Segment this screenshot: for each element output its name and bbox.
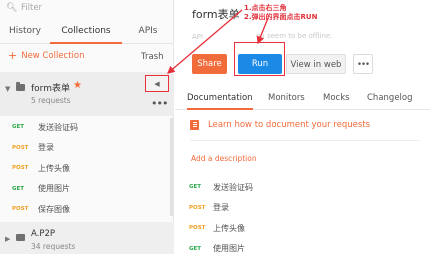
main-tabs: Documentation Monitors Mocks Changelog bbox=[175, 86, 430, 110]
filter-input[interactable]: Filter bbox=[21, 3, 42, 13]
collection-count: 34 requests bbox=[31, 242, 76, 251]
collection-name: form表单 bbox=[31, 84, 70, 94]
main-panel: form表单 API ou seem to be offline. 1.点击右三… bbox=[175, 0, 430, 254]
tab-history[interactable]: History bbox=[0, 20, 50, 44]
offline-notice: ou seem to be offline. bbox=[256, 32, 333, 40]
sidebar-tabs: History Collections APIs bbox=[0, 20, 174, 44]
request-item[interactable]: GET 使用图片 bbox=[0, 179, 174, 199]
request-item[interactable]: POST 登录 bbox=[175, 198, 430, 218]
collection-row[interactable]: ▶ A.P2P 34 requests bbox=[0, 222, 174, 254]
view-in-web-button[interactable]: View in web bbox=[286, 54, 346, 74]
new-collection-button[interactable]: + New Collection bbox=[8, 49, 85, 62]
run-button[interactable]: Run bbox=[238, 54, 282, 74]
annotation-note: 1.点击右三角 2.弹出的界面点击RUN bbox=[244, 4, 317, 22]
share-button[interactable]: Share bbox=[192, 54, 227, 74]
page-title: form表单 bbox=[192, 8, 240, 21]
tab-documentation[interactable]: Documentation bbox=[187, 86, 253, 110]
filter-search[interactable]: 🔍︎ Filter bbox=[6, 0, 166, 16]
collection-row[interactable]: ▼ form表单 ★ 5 requests ◀ ••• bbox=[0, 72, 174, 116]
star-icon[interactable]: ★ bbox=[73, 80, 82, 91]
expand-collection-button[interactable]: ◀ bbox=[145, 75, 169, 92]
tab-apis[interactable]: APIs bbox=[122, 20, 174, 44]
request-name: 上传头像 bbox=[213, 223, 245, 233]
request-name: 登录 bbox=[38, 143, 54, 152]
request-name: 使用图片 bbox=[213, 244, 245, 253]
request-item[interactable]: GET 发送验证码 bbox=[175, 177, 430, 197]
request-item[interactable]: GET 使用图片 bbox=[175, 239, 430, 254]
caret-down-icon[interactable]: ▼ bbox=[5, 85, 10, 93]
trash-link[interactable]: Trash bbox=[141, 52, 163, 62]
tab-mocks[interactable]: Mocks bbox=[323, 86, 350, 110]
tab-changelog[interactable]: Changelog bbox=[367, 86, 413, 110]
request-item[interactable]: POST 登录 bbox=[0, 138, 174, 158]
tab-monitors[interactable]: Monitors bbox=[268, 86, 305, 110]
more-options-icon[interactable]: ••• bbox=[151, 97, 168, 110]
tab-collections[interactable]: Collections bbox=[50, 20, 122, 44]
faded-text: API bbox=[192, 33, 204, 41]
scrollbar[interactable] bbox=[170, 118, 173, 216]
method-badge: POST bbox=[12, 206, 29, 212]
collection-count: 5 requests bbox=[31, 96, 71, 105]
triangle-left-icon: ◀ bbox=[154, 79, 160, 88]
request-item[interactable]: POST 上传头像 bbox=[0, 158, 174, 178]
plus-icon: + bbox=[8, 49, 18, 62]
request-item[interactable]: GET 发送验证码 bbox=[0, 117, 174, 137]
annotation-line: 2.弹出的界面点击RUN bbox=[244, 13, 318, 21]
request-item[interactable]: POST 保存图像 bbox=[0, 199, 174, 219]
method-badge: POST bbox=[12, 144, 29, 151]
method-badge: GET bbox=[189, 245, 202, 252]
sidebar: 🔍︎ Filter History Collections APIs + New… bbox=[0, 0, 174, 254]
method-badge: GET bbox=[189, 184, 202, 190]
more-actions-button[interactable]: ••• bbox=[353, 54, 373, 74]
request-name: 登录 bbox=[213, 203, 229, 212]
divider bbox=[190, 140, 420, 141]
request-name: 发送验证码 bbox=[213, 182, 253, 192]
request-name: 使用图片 bbox=[38, 184, 70, 193]
annotation-line: 1.点击右三角 bbox=[244, 4, 287, 12]
request-name: 保存图像 bbox=[38, 204, 70, 214]
learn-link-text: Learn how to document your requests bbox=[208, 120, 371, 130]
learn-docs-link[interactable]: Learn how to document your requests bbox=[190, 120, 370, 130]
search-icon: 🔍︎ bbox=[6, 3, 18, 13]
new-collection-label: New Collection bbox=[21, 51, 85, 61]
method-badge: POST bbox=[189, 225, 206, 231]
collection-name: A.P2P bbox=[31, 229, 56, 239]
request-name: 发送验证码 bbox=[38, 122, 78, 132]
request-item[interactable]: POST 上传头像 bbox=[175, 218, 430, 238]
add-description-link[interactable]: Add a description bbox=[191, 154, 257, 163]
method-badge: GET bbox=[12, 185, 25, 192]
caret-right-icon[interactable]: ▶ bbox=[5, 235, 10, 243]
folder-icon bbox=[16, 82, 25, 91]
method-badge: POST bbox=[12, 165, 29, 171]
folder-icon bbox=[16, 234, 25, 241]
request-name: 上传头像 bbox=[38, 163, 70, 173]
method-badge: GET bbox=[12, 124, 25, 130]
book-icon bbox=[190, 120, 199, 130]
method-badge: POST bbox=[189, 204, 206, 211]
